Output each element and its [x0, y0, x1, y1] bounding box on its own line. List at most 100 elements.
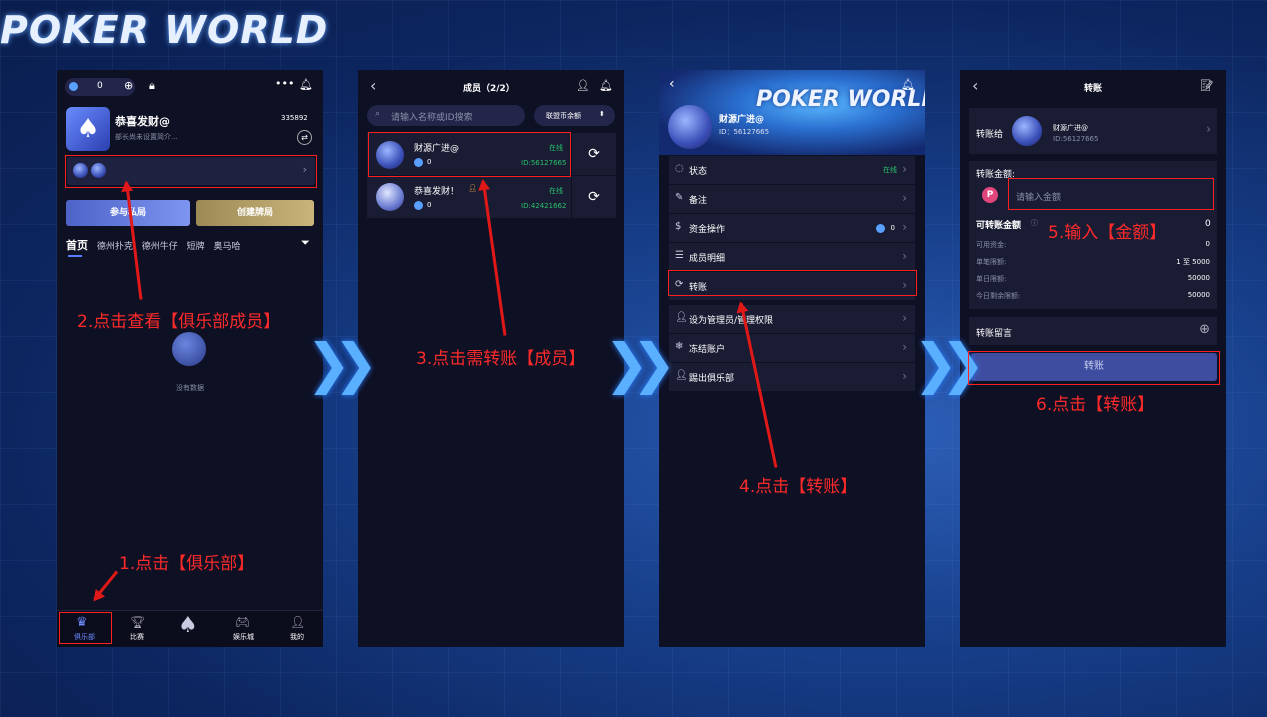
detail-value: 50000	[1187, 291, 1210, 299]
member-name: 财源广进@	[719, 115, 765, 125]
nav-mine[interactable]: 我的	[290, 632, 304, 642]
note-label: 转账留言	[976, 329, 1013, 339]
row-remark[interactable]: ✎ 备注 ›	[669, 185, 915, 214]
row-label: 备注	[689, 196, 708, 206]
back-icon[interactable]: ‹	[972, 76, 978, 95]
row-kick[interactable]: 👤︎ 踢出俱乐部 ›	[669, 363, 915, 392]
transfer-title: 转账	[1084, 84, 1103, 94]
balance-value: 0	[97, 81, 103, 91]
bell-icon[interactable]: 🔔︎	[901, 78, 915, 91]
row-admin[interactable]: 👤︎ 设为管理员/管理权限 ›	[669, 305, 915, 334]
chevron-right-icon: ›	[902, 249, 907, 263]
bell-icon[interactable]: 🔔︎	[599, 79, 613, 92]
member-row[interactable]: 恭喜发财！ 👤︎ 在线 0 ID:42421662	[367, 176, 571, 218]
tab-holdem[interactable]: 德州扑克	[97, 242, 133, 252]
funds-value: 0	[890, 224, 895, 232]
row-label: 冻结账户	[689, 345, 726, 355]
sort-select[interactable]: 联盟币余额 ⬍	[534, 105, 615, 126]
row-freeze[interactable]: ❄ 冻结账户 ›	[669, 334, 915, 363]
detail-value: 50000	[1187, 274, 1210, 282]
coin-icon	[414, 201, 423, 210]
tab-short-deck[interactable]: 短牌	[187, 242, 205, 252]
status-icon: ◌	[675, 163, 684, 174]
detail-key: 今日剩余限额:	[976, 292, 1021, 300]
more-icon[interactable]: •••	[275, 77, 294, 90]
to-name: 财源广进@	[1053, 124, 1088, 132]
nav-casino[interactable]: 娱乐城	[233, 632, 254, 642]
step-arrow-icon: ❯❯	[604, 332, 676, 395]
transfer-icon[interactable]: ⟳	[572, 176, 616, 218]
detail-key: 单日限额:	[976, 275, 1007, 283]
search-icon: ⌕	[375, 109, 381, 119]
points-icon: P	[982, 187, 998, 203]
chevron-right-icon: ›	[902, 369, 907, 383]
tab-omaha[interactable]: 奥马哈	[214, 242, 241, 252]
row-label: 状态	[689, 167, 708, 177]
lock-icon[interactable]: 🔒︎	[149, 79, 155, 93]
row-details[interactable]: ☰ 成员明细 ›	[669, 243, 915, 272]
step6-label: 6.点击【转账】	[1036, 395, 1155, 415]
back-icon[interactable]: ‹	[669, 76, 675, 92]
member-id: ID:42421662	[521, 202, 567, 210]
highlight-members-bar	[65, 155, 317, 188]
tab-cowboy[interactable]: 德州牛仔	[142, 242, 178, 252]
add-member-icon[interactable]: 👤︎	[576, 79, 590, 92]
create-game-button[interactable]: 创建牌局	[196, 200, 314, 226]
switch-icon[interactable]: ⇄	[297, 130, 312, 145]
tab-indicator	[68, 255, 82, 257]
records-icon[interactable]: 📝︎	[1200, 79, 1214, 92]
step4-label: 4.点击【转账】	[739, 477, 858, 497]
step5-label: 5.输入【金额】	[1048, 223, 1167, 243]
search-placeholder: 请输入名称或ID搜索	[391, 113, 473, 123]
edit-icon: ✎	[675, 192, 684, 203]
step-arrow-icon: ❯❯	[306, 332, 378, 395]
member-avatar	[376, 183, 404, 211]
admin-icon: 👤︎	[468, 184, 477, 192]
freeze-icon: ❄	[675, 341, 684, 352]
row-label: 设为管理员/管理权限	[689, 316, 774, 326]
chevron-right-icon: ›	[902, 311, 907, 325]
back-icon[interactable]: ‹	[370, 76, 376, 95]
spade-logo-icon[interactable]: ♠	[178, 613, 198, 638]
sort-icon: ⬍	[599, 110, 605, 118]
club-desc: 部长尚未设置简介...	[115, 133, 178, 141]
member-avatar	[668, 105, 712, 149]
tab-home[interactable]: 首页	[66, 239, 88, 252]
club-id: 335892	[281, 114, 308, 122]
chevron-right-icon: ›	[902, 340, 907, 354]
highlight-club-nav	[59, 612, 112, 644]
member-balance: 0	[427, 201, 432, 209]
detail-value: 0	[1205, 240, 1210, 248]
list-icon: ☰	[675, 250, 684, 261]
add-icon[interactable]: ⊕	[124, 79, 133, 92]
user-gear-icon: 👤︎	[675, 312, 688, 323]
row-label: 资金操作	[689, 225, 726, 235]
detail-key: 单笔限额:	[976, 258, 1007, 266]
bell-icon[interactable]: 🔔︎	[299, 78, 313, 91]
highlight-transfer-row	[668, 270, 917, 296]
transfer-icon[interactable]: ⟳	[572, 133, 616, 175]
avail-value: 0	[1205, 219, 1211, 229]
user-icon: 👤︎	[290, 615, 306, 629]
info-icon[interactable]: ⓘ	[1031, 218, 1038, 228]
step3-label: 3.点击需转账【成员】	[416, 349, 586, 369]
club-avatar-icon: ♠	[66, 107, 110, 151]
banner-logo: POKER WORLD	[756, 87, 925, 112]
search-input[interactable]: ⌕ 请输入名称或ID搜索	[367, 105, 525, 126]
row-funds[interactable]: $ 资金操作 0 ›	[669, 214, 915, 243]
add-icon: ⊕	[1199, 322, 1210, 337]
member-avatar	[1012, 116, 1042, 146]
highlight-submit	[968, 351, 1220, 385]
transfer-target[interactable]: 转账给 财源广进@ ID:56127665 ›	[969, 108, 1217, 154]
row-status[interactable]: ◌ 状态 在线 ›	[669, 156, 915, 185]
row-label: 踢出俱乐部	[689, 374, 735, 384]
member-status: 在线	[549, 187, 563, 195]
nav-match[interactable]: 比赛	[130, 632, 144, 642]
note-row[interactable]: 转账留言 ⊕	[969, 317, 1217, 345]
highlight-amount-input	[1008, 178, 1214, 210]
status-value: 在线	[883, 166, 897, 174]
detail-key: 可用资金:	[976, 241, 1007, 249]
to-id: ID:56127665	[1053, 135, 1099, 143]
empty-text: 没有数据	[176, 384, 204, 392]
filter-icon[interactable]: ⏷	[301, 236, 310, 250]
